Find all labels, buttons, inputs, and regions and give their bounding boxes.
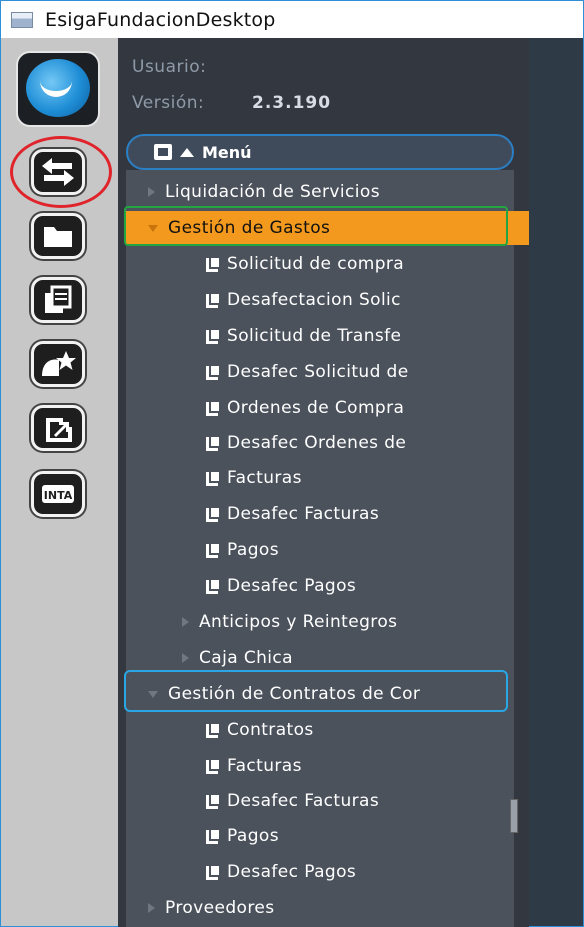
version-label: Versión:	[132, 93, 205, 113]
left-toolbar: INTA	[1, 38, 118, 926]
navigation-panel: Menú Liquidación de Servicios Gestión de …	[118, 124, 536, 927]
tree-item-label: Desafec Facturas	[227, 791, 380, 811]
expanded-arrow-icon	[148, 224, 158, 232]
tree-item-label: Desafec Ordenes de	[227, 433, 407, 453]
tree-item-label: Liquidación de Servicios	[165, 182, 380, 202]
swap-arrows-button[interactable]	[27, 144, 89, 200]
tree-leaf-item[interactable]: Solicitud de Transfe	[126, 319, 584, 353]
document-icon	[206, 506, 221, 522]
tree-leaf-item[interactable]: Desafec Ordenes de	[126, 426, 584, 460]
menu-toggle-bar[interactable]: Menú	[126, 134, 514, 170]
tree-item-label: Caja Chica	[199, 648, 293, 668]
inta-button[interactable]: INTA	[27, 466, 89, 522]
tree-item-label: Pagos	[227, 826, 279, 846]
collapsed-arrow-icon	[148, 903, 155, 913]
tree-item-label: Facturas	[227, 756, 302, 776]
favorites-star-icon	[31, 341, 85, 387]
tree-item-label: Desafectacion Solic	[227, 290, 401, 310]
version-value: 2.3.190	[252, 93, 332, 113]
title-bar: EsigaFundacionDesktop	[1, 1, 583, 38]
document-icon	[206, 470, 221, 486]
tree-item-label: Desafec Pagos	[227, 862, 357, 882]
tree-group-item[interactable]: Gestión de Contratos de Cor	[126, 677, 536, 711]
tree-leaf-item[interactable]: Facturas	[126, 749, 584, 783]
document-icon	[206, 864, 221, 880]
menu-label: Menú	[202, 142, 252, 162]
tree-leaf-item[interactable]: Solicitud de compra	[126, 247, 584, 281]
tree-leaf-item[interactable]: Pagos	[126, 533, 584, 567]
app-logo	[16, 51, 100, 127]
menu-tree: Liquidación de Servicios Gestión de Gasto…	[126, 170, 536, 927]
tree-item-label: Solicitud de Transfe	[227, 326, 402, 346]
menu-icon	[154, 144, 172, 160]
tree-item-label: Desafec Facturas	[227, 504, 380, 524]
tree-group-item[interactable]: Caja Chica	[126, 641, 570, 675]
collapsed-arrow-icon	[148, 187, 155, 197]
folder-icon	[31, 213, 85, 259]
tree-leaf-item[interactable]: Desafec Facturas	[126, 497, 584, 531]
tree-item-label: Gestión de Contratos de Cor	[168, 684, 421, 704]
tree-leaf-item[interactable]: Desafectacion Solic	[126, 283, 584, 317]
document-icon	[206, 435, 221, 451]
scrollbar-thumb[interactable]	[510, 799, 518, 833]
tree-item-label: Anticipos y Reintegros	[199, 612, 398, 632]
tree-leaf-item[interactable]: Contratos	[126, 713, 584, 747]
tree-leaf-item[interactable]: Facturas	[126, 461, 584, 495]
documents-icon	[31, 277, 85, 323]
folder-button[interactable]	[27, 208, 89, 264]
favorites-button[interactable]	[27, 336, 89, 392]
expanded-arrow-icon	[148, 690, 158, 698]
tree-leaf-item[interactable]: Desafec Pagos	[126, 855, 584, 889]
document-icon	[206, 578, 221, 594]
tree-group-item[interactable]: Proveedores	[126, 891, 536, 925]
user-label: Usuario:	[132, 57, 207, 77]
external-link-icon	[31, 405, 85, 451]
document-icon	[206, 542, 221, 558]
tree-group-item[interactable]: Anticipos y Reintegros	[126, 605, 570, 639]
inta-badge-icon: INTA	[31, 471, 85, 517]
main-content-area	[529, 38, 583, 926]
tree-item-label: Ordenes de Compra	[227, 398, 405, 418]
tree-item-label: Pagos	[227, 540, 279, 560]
tree-leaf-item[interactable]: Ordenes de Compra	[126, 391, 584, 425]
tree-item-label: Gestión de Gastos	[168, 218, 331, 238]
external-link-button[interactable]	[27, 400, 89, 456]
documents-button[interactable]	[27, 272, 89, 328]
user-info-header: Usuario: Versión: 2.3.190	[118, 38, 529, 124]
swap-arrows-icon	[31, 149, 85, 195]
document-icon	[206, 400, 221, 416]
tree-group-item[interactable]: Gestión de Gastos	[126, 211, 536, 245]
tree-item-label: Contratos	[227, 720, 314, 740]
tree-item-label: Desafec Pagos	[227, 576, 357, 596]
document-icon	[206, 722, 221, 738]
document-icon	[206, 292, 221, 308]
tree-item-label: Solicitud de compra	[227, 254, 405, 274]
collapsed-arrow-icon	[182, 617, 189, 627]
window-title: EsigaFundacionDesktop	[45, 8, 276, 31]
document-icon	[206, 256, 221, 272]
document-icon	[206, 793, 221, 809]
tree-item-label: Facturas	[227, 468, 302, 488]
collapse-arrow-icon	[180, 147, 194, 157]
tree-item-label: Proveedores	[165, 898, 275, 918]
document-icon	[206, 364, 221, 380]
app-icon	[11, 11, 33, 28]
svg-text:INTA: INTA	[44, 489, 73, 502]
document-icon	[206, 758, 221, 774]
tree-leaf-item[interactable]: Desafec Pagos	[126, 569, 584, 603]
tree-leaf-item[interactable]: Desafec Solicitud de	[126, 355, 584, 389]
tree-group-item[interactable]: Liquidación de Servicios	[126, 175, 536, 209]
document-icon	[206, 328, 221, 344]
tree-item-label: Desafec Solicitud de	[227, 362, 409, 382]
document-icon	[206, 828, 221, 844]
collapsed-arrow-icon	[182, 653, 189, 663]
